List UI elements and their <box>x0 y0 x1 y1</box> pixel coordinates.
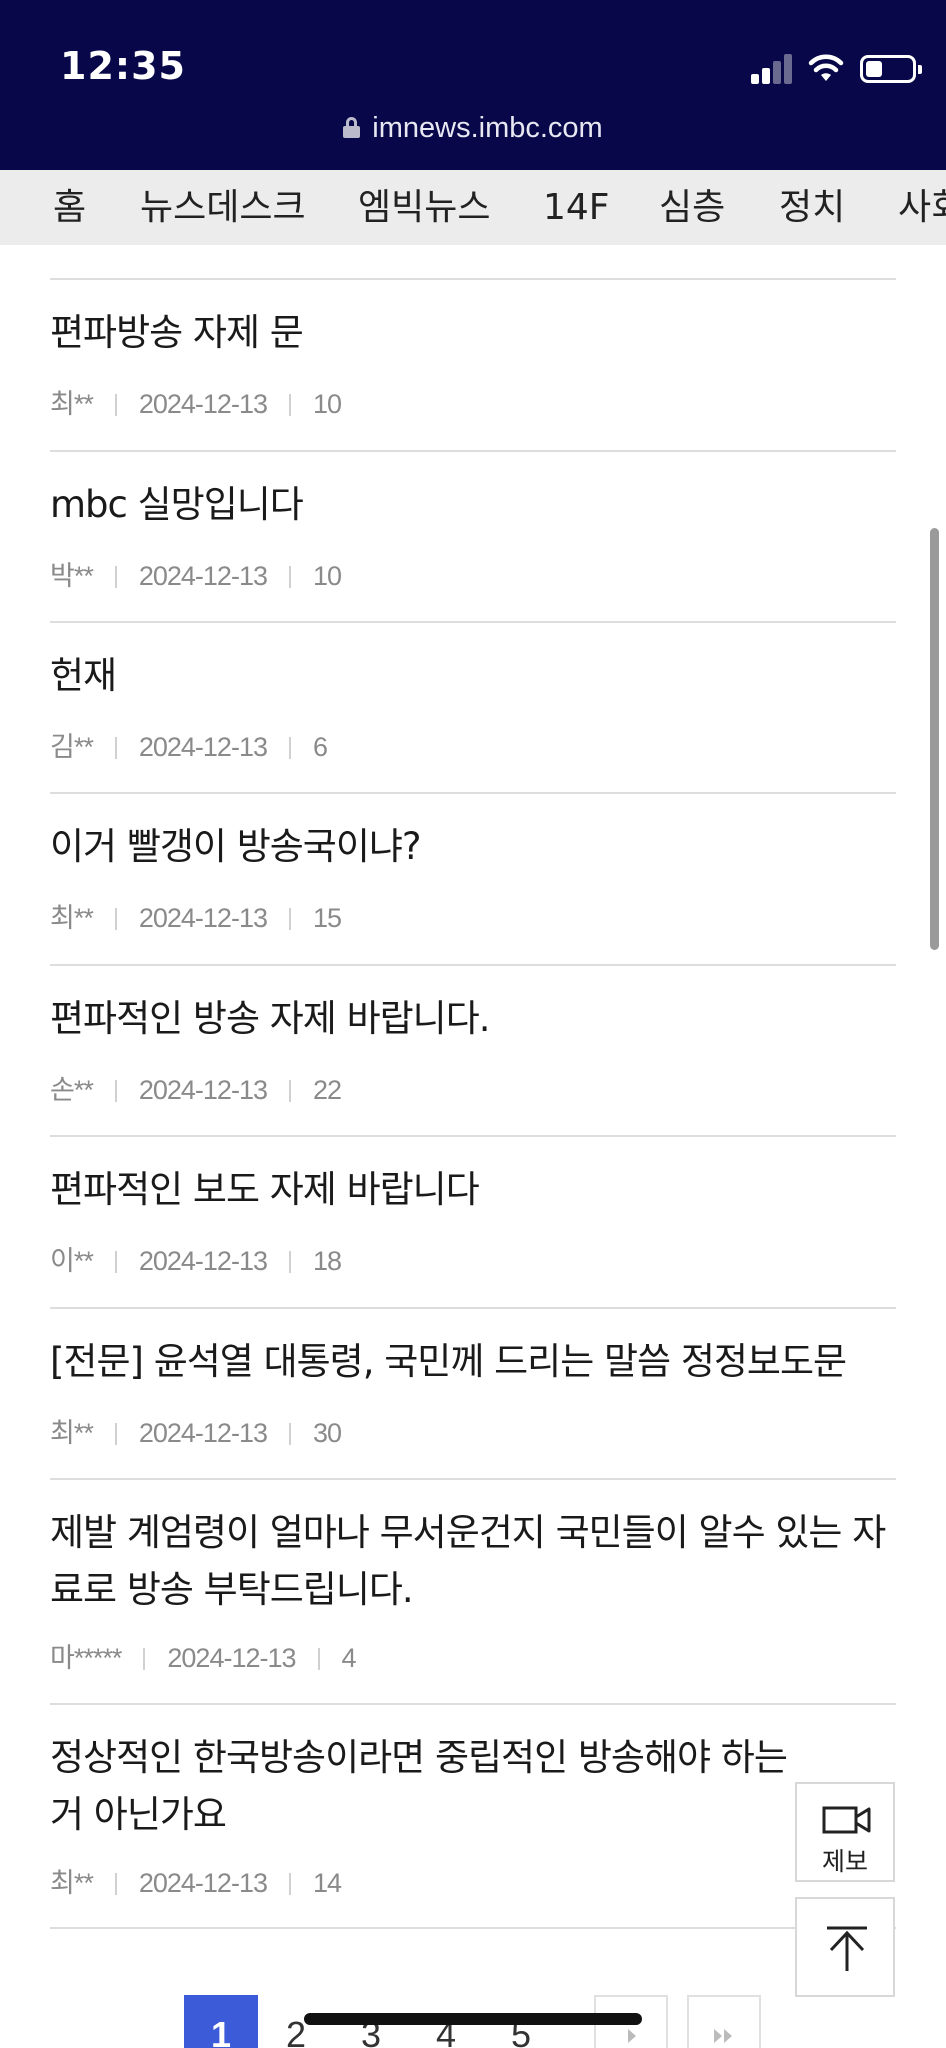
list-item[interactable]: mbc 실망입니다 박** 2024-12-13 10 <box>50 450 896 621</box>
scrollbar-thumb[interactable] <box>930 528 939 950</box>
last-page-button[interactable] <box>687 1995 761 2048</box>
address-bar[interactable]: imnews.imbc.com <box>0 112 946 152</box>
post-views: 6 <box>312 732 328 762</box>
list-item[interactable]: 제발 계엄령이 얼마나 무서운건지 국민들이 알수 있는 자료로 방송 부탁드립… <box>50 1478 896 1703</box>
video-camera-icon <box>822 1806 871 1834</box>
post-views: 14 <box>312 1868 342 1898</box>
post-views: 10 <box>312 389 342 419</box>
post-views: 30 <box>312 1418 342 1448</box>
post-meta: 이** 2024-12-13 18 <box>50 1239 342 1278</box>
list-item[interactable]: 이거 빨갱이 방송국이냐? 최** 2024-12-13 15 <box>50 792 896 964</box>
post-title[interactable]: 정상적인 한국방송이라면 중립적인 방송해야 하는거 아닌가요 <box>50 1729 810 1843</box>
post-meta: 최** 2024-12-13 30 <box>50 1411 342 1450</box>
post-meta: 박** 2024-12-13 10 <box>50 554 342 593</box>
post-author: 최** <box>50 903 94 933</box>
post-meta: 최** 2024-12-13 15 <box>50 896 342 935</box>
post-date: 2024-12-13 <box>138 1868 268 1898</box>
status-time: 12:35 <box>60 44 186 88</box>
post-title[interactable]: 제발 계엄령이 얼마나 무서운건지 국민들이 알수 있는 자료로 방송 부탁드립… <box>50 1504 890 1618</box>
post-author: 박** <box>50 561 94 591</box>
post-date: 2024-12-13 <box>138 1075 268 1105</box>
cellular-signal-icon <box>751 54 793 84</box>
category-nav: 홈 뉴스데스크 엠빅뉴스 14F 심층 정치 사회 <box>0 170 946 245</box>
post-author: 최** <box>50 389 94 419</box>
post-views: 4 <box>341 1643 357 1673</box>
post-author: 손** <box>50 1075 94 1105</box>
post-views: 22 <box>312 1075 342 1105</box>
post-date: 2024-12-13 <box>138 1418 268 1448</box>
post-title[interactable]: 편파방송 자제 문 <box>50 304 890 361</box>
nav-item-14f[interactable]: 14F <box>543 170 610 245</box>
post-date: 2024-12-13 <box>138 389 268 419</box>
wifi-icon <box>808 54 844 81</box>
nav-item-mbig-news[interactable]: 엠빅뉴스 <box>358 170 490 245</box>
post-author: 이** <box>50 1246 94 1276</box>
status-bar: 12:35 imnews.imbc.com <box>0 0 946 170</box>
url-text: imnews.imbc.com <box>372 112 603 144</box>
post-views: 15 <box>312 903 342 933</box>
battery-icon <box>860 55 922 83</box>
post-meta: 김** 2024-12-13 6 <box>50 725 328 764</box>
nav-item-home[interactable]: 홈 <box>53 170 86 245</box>
post-date: 2024-12-13 <box>167 1643 296 1673</box>
nav-item-newsdesk[interactable]: 뉴스데스크 <box>140 170 306 245</box>
page-1[interactable]: 1 <box>184 1995 258 2048</box>
report-button[interactable]: 제보 <box>795 1782 895 1882</box>
list-item[interactable]: 편파방송 자제 문 최** 2024-12-13 10 <box>50 278 896 450</box>
post-meta: 최** 2024-12-13 10 <box>50 382 342 421</box>
report-label: 제보 <box>821 1847 868 1876</box>
post-meta: 최** 2024-12-13 14 <box>50 1861 342 1900</box>
post-author: 마***** <box>50 1643 122 1673</box>
back-to-top-button[interactable] <box>795 1897 895 1997</box>
post-meta: 마***** 2024-12-13 4 <box>50 1636 357 1675</box>
post-date: 2024-12-13 <box>138 732 268 762</box>
post-author: 최** <box>50 1418 94 1448</box>
home-indicator[interactable] <box>304 2013 642 2025</box>
post-views: 10 <box>312 561 342 591</box>
post-title[interactable]: 편파적인 방송 자제 바랍니다. <box>50 990 890 1047</box>
list-item[interactable]: 편파적인 방송 자제 바랍니다. 손** 2024-12-13 22 <box>50 964 896 1135</box>
list-item[interactable]: [전문] 윤석열 대통령, 국민께 드리는 말씀 정정보도문 최** 2024-1… <box>50 1307 896 1478</box>
post-meta: 손** 2024-12-13 22 <box>50 1068 342 1107</box>
list-item[interactable]: 편파적인 보도 자제 바랍니다 이** 2024-12-13 18 <box>50 1135 896 1307</box>
list-item[interactable]: 헌재 김** 2024-12-13 6 <box>50 621 896 792</box>
post-title[interactable]: 이거 빨갱이 방송국이냐? <box>50 818 890 875</box>
post-date: 2024-12-13 <box>138 561 268 591</box>
double-chevron-right-icon <box>714 2029 732 2043</box>
post-title[interactable]: mbc 실망입니다 <box>50 476 890 533</box>
post-title[interactable]: 편파적인 보도 자제 바랍니다 <box>50 1161 890 1218</box>
arrow-up-icon <box>827 1926 867 1971</box>
post-title[interactable]: [전문] 윤석열 대통령, 국민께 드리는 말씀 정정보도문 <box>50 1333 890 1390</box>
post-date: 2024-12-13 <box>138 1246 268 1276</box>
lock-icon <box>343 117 361 138</box>
post-date: 2024-12-13 <box>138 903 268 933</box>
post-author: 최** <box>50 1868 94 1898</box>
post-views: 18 <box>312 1246 342 1276</box>
post-title[interactable]: 헌재 <box>50 647 890 704</box>
list-item[interactable]: 정상적인 한국방송이라면 중립적인 방송해야 하는거 아닌가요 최** 2024-… <box>50 1703 896 1929</box>
nav-item-in-depth[interactable]: 심층 <box>659 170 725 245</box>
nav-item-politics[interactable]: 정치 <box>779 170 845 245</box>
nav-item-society[interactable]: 사회 <box>898 170 946 245</box>
post-author: 김** <box>50 732 94 762</box>
